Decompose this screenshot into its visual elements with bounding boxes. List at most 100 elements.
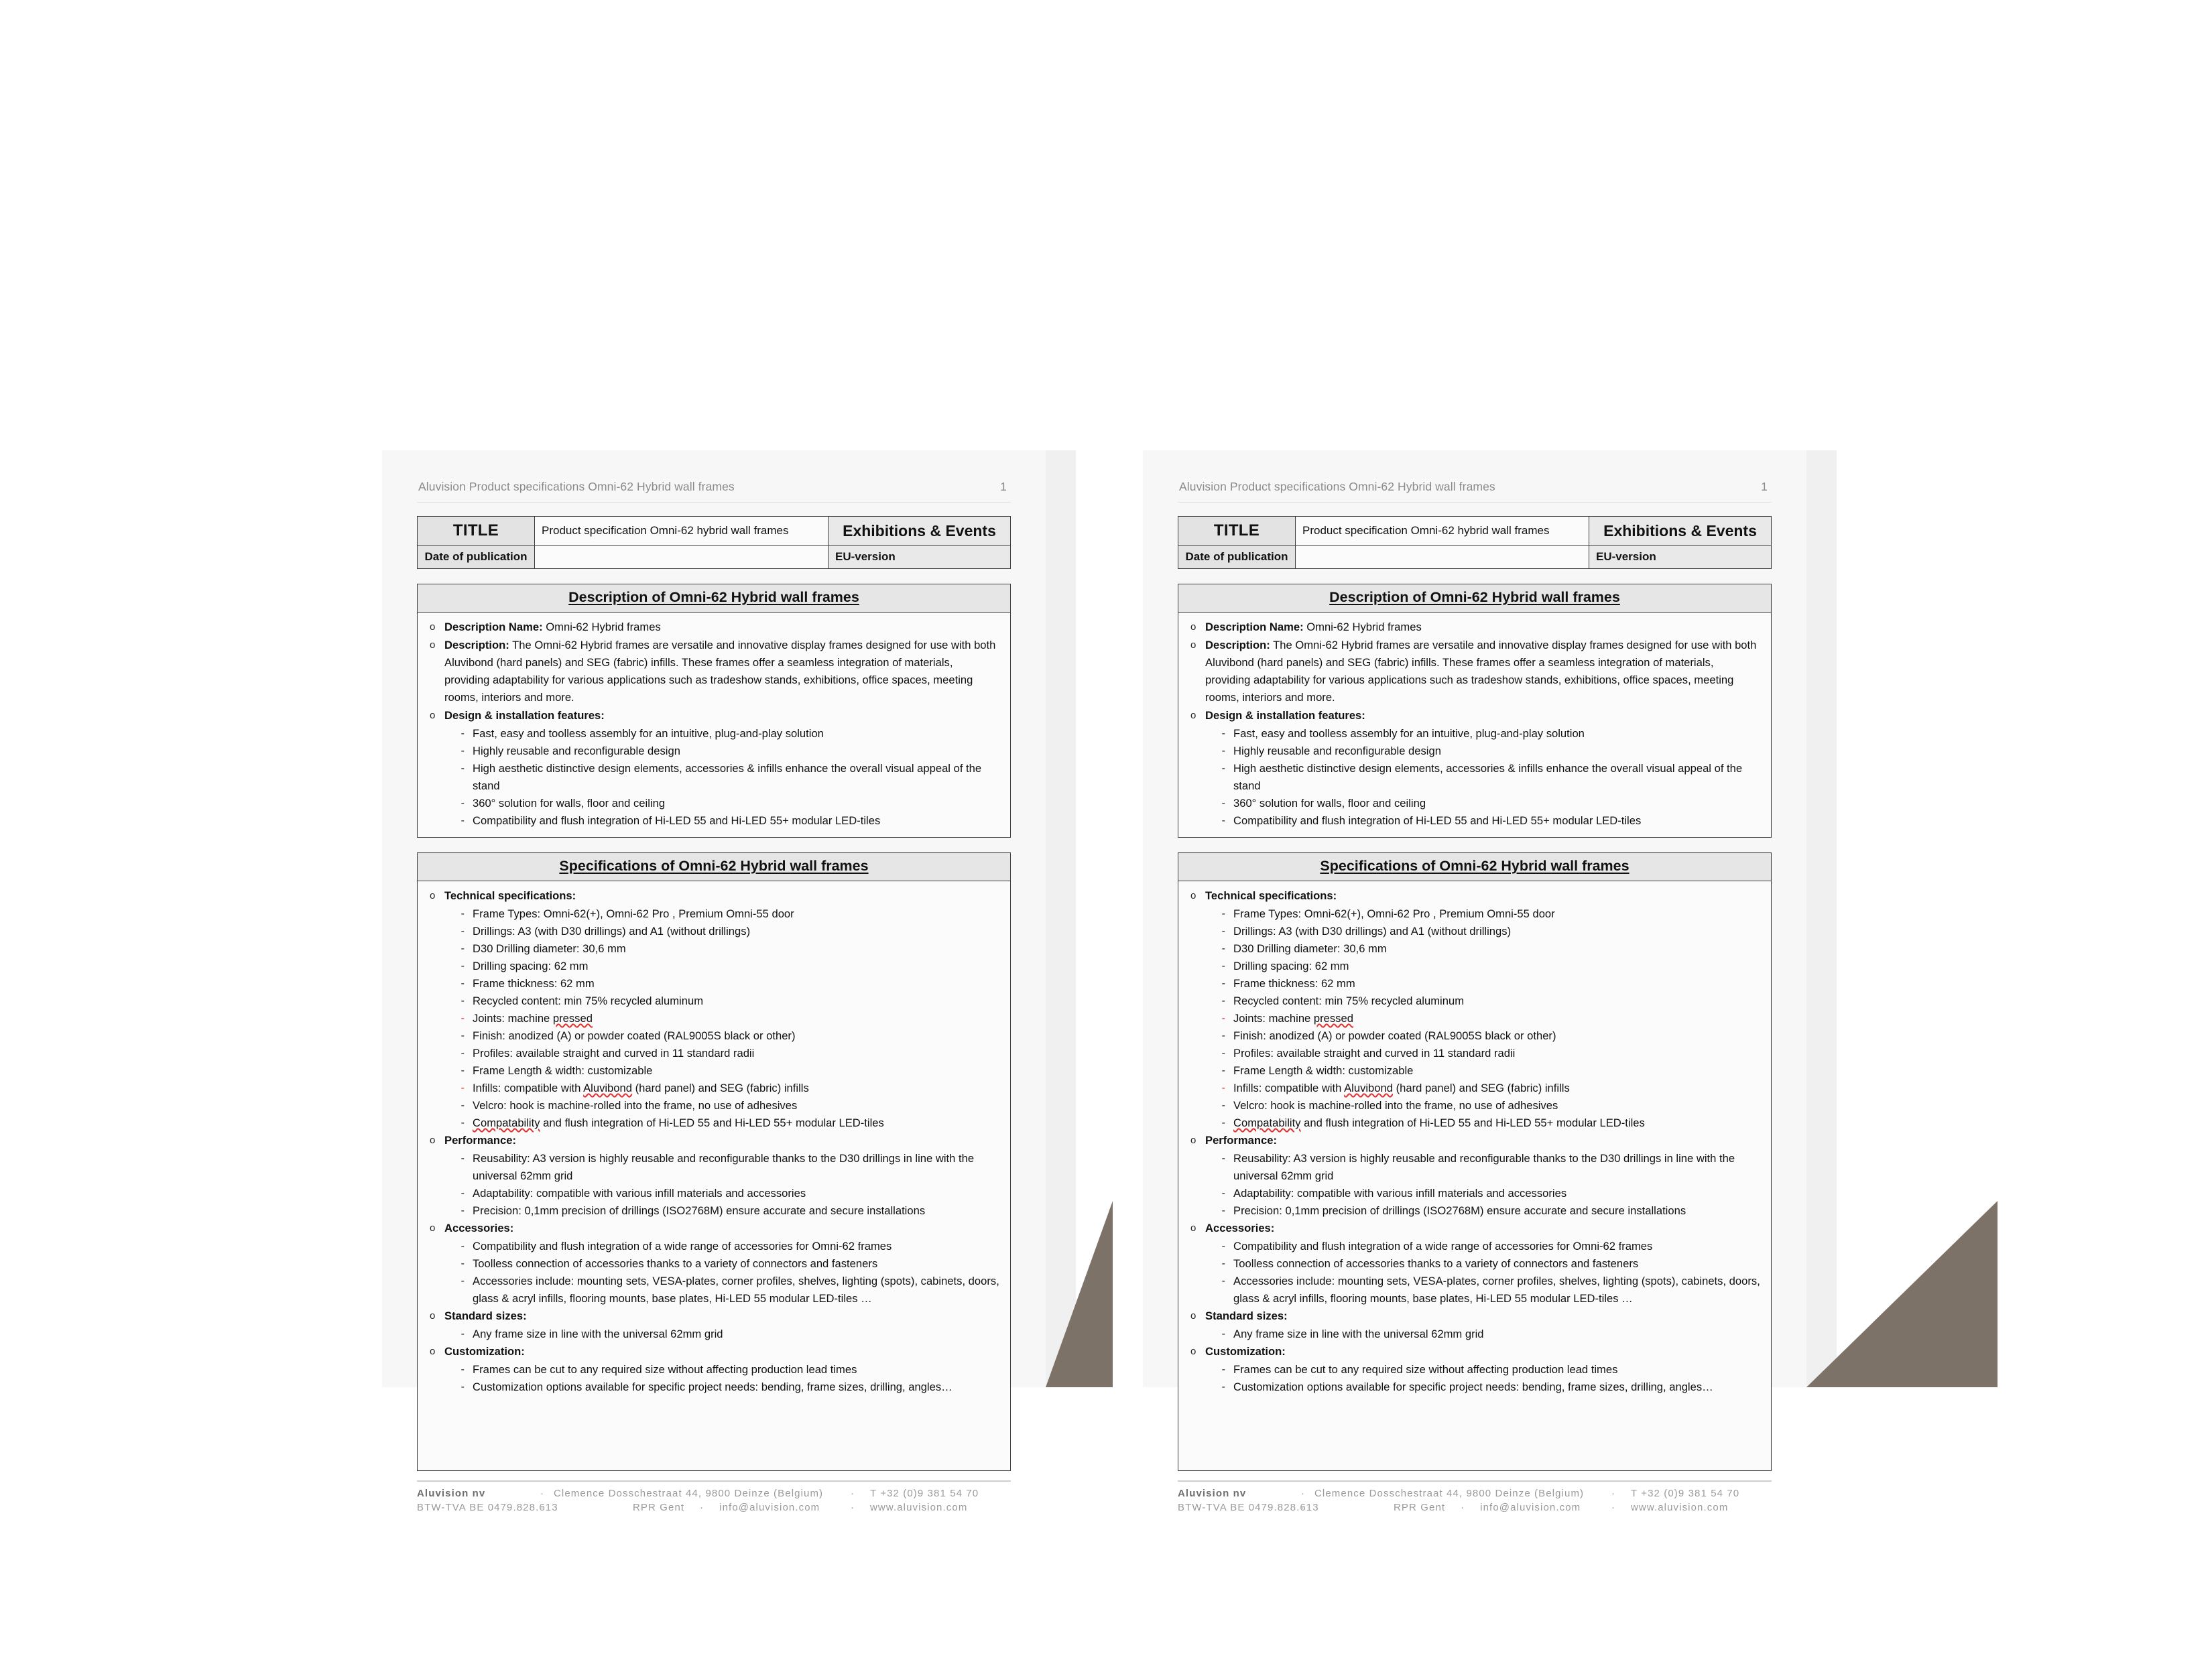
dash-bullet-icon: - bbox=[1221, 1082, 1225, 1094]
item-text: Customization options available for spec… bbox=[473, 1381, 953, 1393]
dash-bullet-icon: - bbox=[1221, 815, 1225, 826]
footer-line-1: Aluvision nv · Clemence Dosschestraat 44… bbox=[417, 1486, 1011, 1500]
group-title: Performance: bbox=[1205, 1134, 1277, 1147]
dash-bullet-icon: - bbox=[460, 995, 465, 1007]
spellcheck-flagged-word: pressed bbox=[1313, 1012, 1353, 1025]
dash-bullet-icon: - bbox=[460, 1117, 465, 1129]
footer-separator: · bbox=[700, 1502, 704, 1513]
item-text: Precision: 0,1mm precision of drillings … bbox=[1233, 1204, 1686, 1217]
document-page-2: Aluvision Product specifications Omni-62… bbox=[1143, 450, 1806, 1513]
specifications-box: Specifications of Omni-62 Hybrid wall fr… bbox=[417, 852, 1011, 1471]
bullet-circle-icon: o bbox=[430, 890, 436, 901]
date-of-publication-label: Date of publication bbox=[418, 546, 535, 568]
list-item: - D30 Drilling diameter: 30,6 mm bbox=[1188, 940, 1762, 958]
running-head-page-number: 1 bbox=[1000, 480, 1007, 493]
group-title: Technical specifications: bbox=[1205, 889, 1337, 902]
dash-bullet-icon: - bbox=[1221, 763, 1225, 774]
list-item: - Joints: machine pressed bbox=[427, 1010, 1001, 1027]
date-of-publication-value bbox=[535, 546, 828, 568]
running-head-page-number: 1 bbox=[1761, 480, 1768, 493]
dash-bullet-icon: - bbox=[460, 1364, 465, 1375]
running-head: Aluvision Product specifications Omni-62… bbox=[1178, 480, 1772, 494]
dash-bullet-icon: - bbox=[1221, 1205, 1225, 1216]
dash-bullet-icon: - bbox=[460, 728, 465, 739]
list-item: o Performance: bbox=[427, 1132, 1001, 1149]
bullet-circle-icon: o bbox=[1190, 1222, 1196, 1234]
list-item: - Fast, easy and toolless assembly for an… bbox=[427, 725, 1001, 743]
list-item: - Compatability and flush integration of … bbox=[1188, 1114, 1762, 1132]
list-item: - Highly reusable and reconfigurable desi… bbox=[1188, 743, 1762, 760]
list-item: - Drilling spacing: 62 mm bbox=[1188, 958, 1762, 975]
list-item: - High aesthetic distinctive design eleme… bbox=[1188, 760, 1762, 795]
bullet-circle-icon: o bbox=[430, 621, 436, 633]
dash-bullet-icon: - bbox=[460, 1030, 465, 1041]
dash-bullet-icon: - bbox=[1221, 960, 1225, 972]
item-text: Drillings: A3 (with D30 drillings) and A… bbox=[1233, 925, 1512, 938]
list-item: -360° solution for walls, floor and ceil… bbox=[1188, 795, 1762, 812]
list-item: - Drilling spacing: 62 mm bbox=[427, 958, 1001, 975]
item-text: D30 Drilling diameter: 30,6 mm bbox=[1233, 942, 1387, 955]
list-item: - High aesthetic distinctive design eleme… bbox=[427, 760, 1001, 795]
title-table-row-date: Date of publication EU-version bbox=[1178, 546, 1771, 568]
item-text: Frame Length & width: customizable bbox=[1233, 1064, 1414, 1077]
item-text: The Omni-62 Hybrid frames are versatile … bbox=[1205, 639, 1757, 704]
item-text: Adaptability: compatible with various in… bbox=[1233, 1187, 1567, 1200]
dash-bullet-icon: - bbox=[1221, 1381, 1225, 1393]
dash-bullet-icon: - bbox=[460, 908, 465, 919]
footer-separator: · bbox=[1300, 1488, 1306, 1499]
category-badge: Exhibitions & Events bbox=[828, 517, 1010, 545]
dash-bullet-icon: - bbox=[460, 960, 465, 972]
list-item: - Drillings: A3 (with D30 drillings) and … bbox=[427, 923, 1001, 940]
dash-bullet-icon: - bbox=[1221, 1117, 1225, 1129]
bullet-circle-icon: o bbox=[430, 1135, 436, 1146]
dash-bullet-icon: - bbox=[460, 978, 465, 989]
dash-bullet-icon: - bbox=[460, 1047, 465, 1059]
dash-bullet-icon: - bbox=[1221, 978, 1225, 989]
footer-separator: · bbox=[1611, 1502, 1616, 1513]
list-item: - Profiles: available straight and curved… bbox=[427, 1045, 1001, 1062]
item-label: Design & installation features: bbox=[1205, 709, 1365, 722]
title-value: Product specification Omni-62 hybrid wal… bbox=[535, 517, 828, 545]
dash-bullet-icon: - bbox=[1221, 1030, 1225, 1041]
list-item: - Reusability: A3 version is highly reusa… bbox=[427, 1150, 1001, 1185]
list-item: - Adaptability: compatible with various i… bbox=[1188, 1185, 1762, 1202]
dash-bullet-icon: - bbox=[460, 1328, 465, 1340]
list-item: o Technical specifications: bbox=[1188, 887, 1762, 905]
item-text: Toolless connection of accessories thank… bbox=[1233, 1257, 1639, 1270]
title-table-row-title: TITLE Product specification Omni-62 hybr… bbox=[1178, 517, 1771, 546]
item-text: Reusability: A3 version is highly reusab… bbox=[1233, 1152, 1735, 1182]
bullet-circle-icon: o bbox=[1190, 621, 1196, 633]
footer-separator: · bbox=[850, 1488, 855, 1499]
list-item: - Frame Types: Omni-62(+), Omni-62 Pro , … bbox=[427, 905, 1001, 923]
group-title: Standard sizes: bbox=[444, 1309, 527, 1322]
specifications-box-heading: Specifications of Omni-62 Hybrid wall fr… bbox=[418, 853, 1010, 881]
item-text: D30 Drilling diameter: 30,6 mm bbox=[473, 942, 626, 955]
item-text: Compatibility and flush integration of H… bbox=[1233, 814, 1642, 827]
list-item: - Recycled content: min 75% recycled alum… bbox=[427, 993, 1001, 1010]
item-text: Finish: anodized (A) or powder coated (R… bbox=[1233, 1029, 1556, 1042]
footer-separator: · bbox=[540, 1488, 545, 1499]
screenshot-canvas: Aluvision Product specifications Omni-62… bbox=[0, 0, 2212, 1662]
dash-bullet-icon: - bbox=[1221, 1065, 1225, 1076]
title-label: TITLE bbox=[1178, 517, 1296, 545]
list-item: -360° solution for walls, floor and ceil… bbox=[427, 795, 1001, 812]
item-text: Omni-62 Hybrid frames bbox=[542, 621, 661, 633]
page-stack-shadow-near bbox=[1806, 450, 1837, 1387]
item-text: Profiles: available straight and curved … bbox=[473, 1047, 755, 1060]
item-text: Highly reusable and reconfigurable desig… bbox=[473, 745, 680, 757]
item-text: Compatibility and flush integration of a… bbox=[1233, 1240, 1653, 1253]
group-title: Customization: bbox=[444, 1345, 525, 1358]
list-item: - Frame Length & width: customizable bbox=[427, 1062, 1001, 1080]
list-item: o Standard sizes: bbox=[1188, 1307, 1762, 1325]
footer-website: www.aluvision.com bbox=[870, 1502, 968, 1513]
item-text: Drilling spacing: 62 mm bbox=[1233, 960, 1349, 972]
item-text: Velcro: hook is machine-rolled into the … bbox=[1233, 1099, 1558, 1112]
dash-bullet-icon: - bbox=[1221, 1188, 1225, 1199]
item-text: High aesthetic distinctive design elemen… bbox=[1233, 762, 1743, 792]
list-item: o Description: The Omni-62 Hybrid frames… bbox=[1188, 637, 1762, 706]
group-title: Customization: bbox=[1205, 1345, 1286, 1358]
footer-vat: BTW-TVA BE 0479.828.613 bbox=[417, 1502, 558, 1513]
item-text: Frame Types: Omni-62(+), Omni-62 Pro , P… bbox=[1233, 907, 1555, 920]
dash-bullet-icon: - bbox=[1221, 908, 1225, 919]
